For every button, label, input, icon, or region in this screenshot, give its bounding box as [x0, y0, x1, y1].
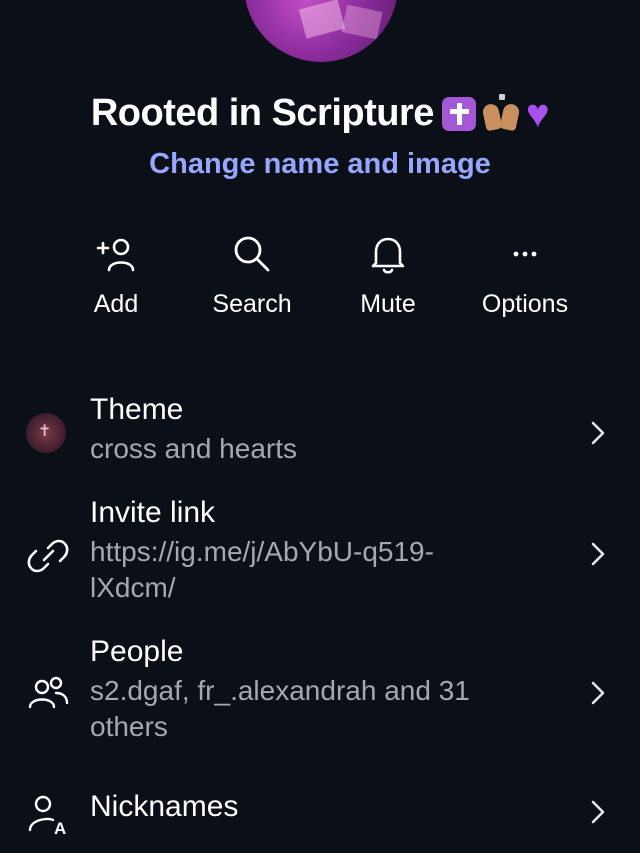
invite-link-row[interactable]: Invite link https://ig.me/j/AbYbU-q519- … [0, 496, 640, 616]
title-emojis: ♥ [441, 91, 550, 136]
svg-text:A: A [54, 819, 66, 836]
more-icon [505, 228, 545, 280]
options-button[interactable]: Options [445, 228, 605, 319]
people-row[interactable]: People s2.dgaf, fr_.alexandrah and 31 ot… [0, 635, 640, 755]
group-name-text: Rooted in Scripture [90, 92, 435, 134]
nickname-person-icon: A [26, 792, 70, 841]
raising-hands-emoji-icon [480, 93, 524, 132]
search-label: Search [212, 290, 292, 318]
people-members-line1: s2.dgaf, fr_.alexandrah and 31 [90, 675, 470, 706]
search-icon [230, 228, 274, 280]
people-icon [26, 675, 70, 720]
options-label: Options [481, 290, 569, 318]
invite-link-title: Invite link [90, 496, 216, 529]
change-name-image-link[interactable]: Change name and image [0, 148, 640, 181]
mute-button[interactable]: Mute [308, 228, 468, 319]
add-person-icon [94, 228, 138, 280]
theme-title: Theme [90, 393, 184, 426]
invite-link-url-line2: lXdcm/ [90, 572, 176, 603]
group-title: Rooted in Scripture ♥ [0, 92, 640, 135]
latin-cross-emoji-icon [441, 96, 476, 131]
purple-heart-emoji-icon: ♥ [525, 91, 550, 136]
nicknames-title: Nicknames [90, 790, 239, 823]
people-members-line2: others [90, 711, 168, 742]
action-bar: Add Search Mute Options [0, 228, 640, 328]
theme-row[interactable]: Theme cross and hearts [0, 393, 640, 473]
nicknames-row[interactable]: A Nicknames [0, 790, 640, 840]
bell-icon [368, 228, 408, 280]
chevron-right-icon [588, 679, 608, 712]
avatar-image-detail [341, 4, 383, 40]
chevron-right-icon [588, 419, 608, 452]
chevron-right-icon [588, 540, 608, 573]
mute-label: Mute [360, 290, 416, 318]
theme-thumbnail-icon [26, 413, 66, 453]
avatar-image-detail [298, 0, 346, 39]
chevron-right-icon [588, 798, 608, 831]
group-avatar[interactable] [244, 0, 398, 62]
people-title: People [90, 635, 184, 668]
invite-link-url-line1: https://ig.me/j/AbYbU-q519- [90, 536, 434, 567]
add-label: Add [93, 290, 139, 318]
link-icon [26, 536, 70, 581]
theme-subtitle: cross and hearts [90, 433, 297, 464]
